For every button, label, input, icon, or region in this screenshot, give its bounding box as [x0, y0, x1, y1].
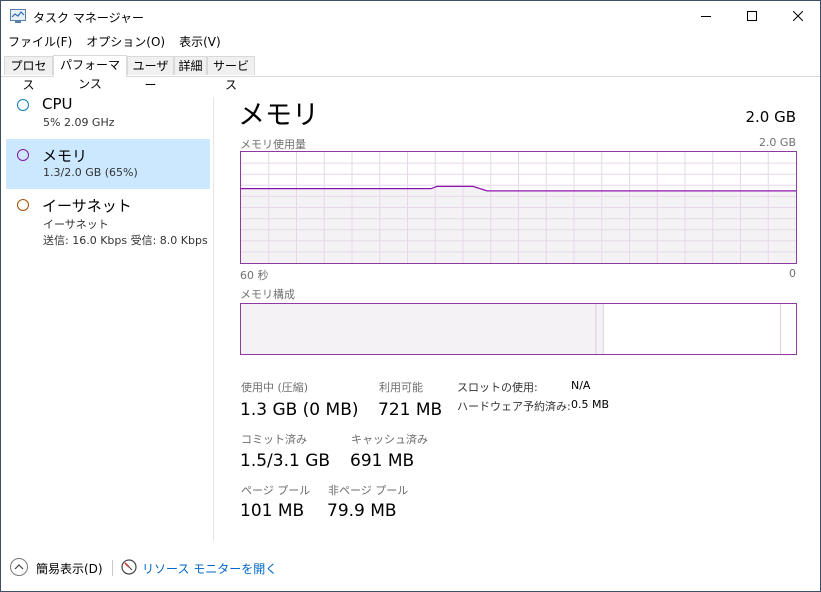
- committed-value: 1.5/3.1 GB: [240, 451, 331, 471]
- sidebar-item-title: CPU: [42, 95, 73, 113]
- close-button[interactable]: [775, 1, 820, 31]
- tab-users[interactable]: ユーザー: [127, 56, 174, 92]
- sidebar-item-cpu[interactable]: CPU 5% 2.09 GHz: [6, 89, 210, 139]
- footer-separator: [112, 560, 113, 576]
- in-use-label: 使用中 (圧縮): [241, 381, 309, 394]
- maximize-icon: [747, 11, 757, 21]
- title-bar: タスク マネージャー: [1, 1, 820, 31]
- in-use-value: 1.3 GB (0 MB): [240, 400, 359, 420]
- minimize-button[interactable]: [683, 1, 729, 31]
- sidebar-item-memory[interactable]: メモリ 1.3/2.0 GB (65%): [6, 139, 210, 189]
- composition-free: [781, 304, 796, 354]
- fewer-details-link[interactable]: 簡易表示(D): [36, 560, 103, 577]
- page-title: メモリ: [238, 100, 319, 131]
- menu-bar: ファイル(F) オプション(O) 表示(V): [1, 33, 228, 51]
- maximize-button[interactable]: [729, 1, 775, 31]
- sidebar-item-ethernet[interactable]: イーサネット イーサネット 送信: 16.0 Kbps 受信: 8.0 Kbps: [6, 189, 210, 253]
- tab-details[interactable]: 詳細: [174, 56, 207, 75]
- memory-composition-chart: [241, 304, 796, 354]
- tab-bar: プロセス パフォーマンス ユーザー 詳細 サービス: [1, 55, 820, 92]
- minimize-icon: [701, 16, 711, 17]
- composition-standby: [603, 304, 782, 354]
- nonpaged-pool-value: 79.9 MB: [327, 501, 397, 521]
- ethernet-indicator-icon: [17, 199, 29, 211]
- menu-view[interactable]: 表示(V): [172, 33, 228, 51]
- memory-indicator-icon: [17, 149, 29, 161]
- available-label: 利用可能: [379, 381, 423, 394]
- sidebar-item-detail: 5% 2.09 GHz: [43, 116, 115, 129]
- task-manager-app-icon: [10, 9, 26, 23]
- nonpaged-pool-label: 非ページ プール: [328, 484, 409, 497]
- menu-options[interactable]: オプション(O): [79, 33, 172, 51]
- window-title: タスク マネージャー: [33, 11, 144, 25]
- slots-value: N/A: [571, 379, 591, 392]
- hw-reserved-label: ハードウェア予約済み:: [457, 400, 571, 413]
- memory-usage-chart: [241, 152, 796, 263]
- chevron-up-icon: [14, 564, 24, 570]
- cached-label: キャッシュ済み: [351, 433, 428, 446]
- graph-time-start: 60 秒: [240, 269, 269, 282]
- resource-sidebar: CPU 5% 2.09 GHz メモリ 1.3/2.0 GB (65%) イーサ…: [6, 89, 210, 253]
- composition-in-use: [241, 304, 597, 354]
- cached-value: 691 MB: [350, 451, 415, 471]
- open-resource-monitor-link[interactable]: リソース モニターを開く: [142, 560, 277, 577]
- cpu-indicator-icon: [17, 99, 29, 111]
- slots-label: スロットの使用:: [457, 381, 538, 394]
- memory-usage-graph: [240, 151, 797, 264]
- usage-graph-label: メモリ使用量: [240, 138, 306, 151]
- available-value: 721 MB: [378, 400, 443, 420]
- composition-label: メモリ構成: [240, 288, 295, 301]
- memory-total: 2.0 GB: [745, 108, 796, 126]
- committed-label: コミット済み: [241, 433, 307, 446]
- tab-performance[interactable]: パフォーマンス: [53, 55, 127, 91]
- tab-processes[interactable]: プロセス: [4, 56, 53, 92]
- hw-reserved-value: 0.5 MB: [571, 398, 610, 411]
- sidebar-item-detail: イーサネット: [43, 218, 109, 231]
- sidebar-item-title: メモリ: [42, 147, 88, 165]
- sidebar-divider: [213, 97, 214, 541]
- fewer-details-button[interactable]: [10, 558, 28, 576]
- task-manager-window: タスク マネージャー ファイル(F) オプション(O) 表示(V) プロセス パ…: [0, 0, 821, 592]
- tab-services[interactable]: サービス: [207, 56, 255, 92]
- sidebar-item-throughput: 送信: 16.0 Kbps 受信: 8.0 Kbps: [43, 234, 208, 247]
- memory-composition-bar: [240, 303, 797, 355]
- sidebar-item-detail: 1.3/2.0 GB (65%): [43, 166, 138, 179]
- usage-graph-max: 2.0 GB: [758, 136, 796, 149]
- graph-time-end: 0: [789, 267, 796, 280]
- paged-pool-label: ページ プール: [241, 484, 311, 497]
- resource-monitor-icon: [121, 559, 137, 575]
- paged-pool-value: 101 MB: [240, 501, 305, 521]
- footer: 簡易表示(D) リソース モニターを開く: [1, 555, 820, 581]
- composition-modified: [596, 304, 604, 354]
- close-icon: [793, 11, 803, 21]
- menu-file[interactable]: ファイル(F): [1, 33, 79, 51]
- sidebar-item-title: イーサネット: [42, 197, 132, 215]
